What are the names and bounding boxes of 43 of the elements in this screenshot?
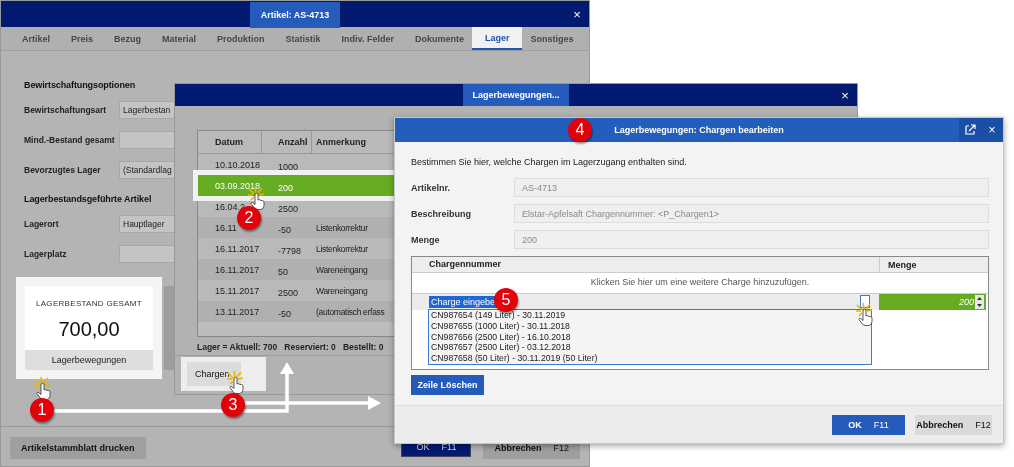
field-label: Bewirtschaftungsart	[24, 105, 108, 115]
field-label: Beschreibung	[411, 208, 472, 219]
card-title: LAGERBESTAND GESAMT	[36, 299, 142, 308]
movements-button[interactable]: Lagerbewegungen	[25, 350, 153, 370]
column-header: Chargennummer	[412, 257, 880, 272]
stock-summary: Lager = Aktuell: 700 Reserviert: 0 Bestellt: 0	[197, 342, 384, 352]
tab[interactable]: Preis	[71, 28, 94, 49]
tab[interactable]: Dokumente	[414, 28, 464, 49]
tab[interactable]: Sonstiges	[530, 28, 574, 49]
dropdown-option[interactable]: CN987657 (2500 Liter) - 03.12.2018	[431, 342, 869, 354]
field-label: Mind.-Bestand gesamt	[24, 135, 116, 145]
tab[interactable]: Artikel	[22, 28, 50, 49]
stock-value: 700,00	[58, 318, 120, 341]
tab[interactable]: Bezug	[114, 28, 142, 49]
batches-button[interactable]: Chargen	[187, 362, 241, 386]
spinner-icon[interactable]	[975, 295, 984, 309]
tab[interactable]: Material	[162, 28, 197, 49]
print-button[interactable]: Artikelstammblatt drucken	[10, 437, 146, 459]
close-button[interactable]: ×	[981, 118, 1003, 142]
column-header: Anzahl	[262, 131, 312, 153]
window-title: Lagerbewegungen...	[463, 84, 569, 106]
column-header: Menge	[887, 259, 917, 270]
window-title: Artikel: AS-4713	[249, 2, 341, 28]
tab[interactable]: Produktion	[217, 28, 265, 49]
tab[interactable]: Lager	[471, 27, 523, 50]
section-heading: Bewirtschaftungsoptionen	[24, 80, 137, 90]
field-label: Lagerort	[24, 219, 60, 229]
tab[interactable]: Indiv. Felder	[341, 28, 394, 49]
dropdown-option[interactable]: CN987658 (50 Liter) - 30.11.2019 (50 Liter)	[431, 353, 869, 364]
field-label: Menge	[411, 234, 441, 245]
field-label: Bevorzugtes Lager	[24, 165, 102, 175]
instruction-text: Bestimmen Sie hier, welche Chargen im Lagerzugang enthalten sind.	[411, 157, 688, 167]
popout-icon[interactable]	[959, 118, 981, 142]
dropdown-option[interactable]: CN987656 (2500 Liter) - 16.10.2018	[431, 331, 869, 343]
field-label: Lagerplatz	[24, 249, 68, 259]
field-label: Artikelnr.	[411, 182, 451, 193]
cancel-button[interactable]: Abbrechen F12	[915, 414, 992, 435]
tab[interactable]: Statistik	[285, 28, 321, 49]
ok-button[interactable]: OK F11	[832, 414, 905, 435]
dropdown-option[interactable]: CN987655 (1000 Liter) - 30.11.2018	[431, 320, 869, 332]
column-header: Datum	[198, 131, 262, 153]
delete-row-button[interactable]: Zeile Löschen	[411, 375, 484, 395]
section-heading: Lagerbestandsgeführte Artikel	[24, 194, 153, 204]
